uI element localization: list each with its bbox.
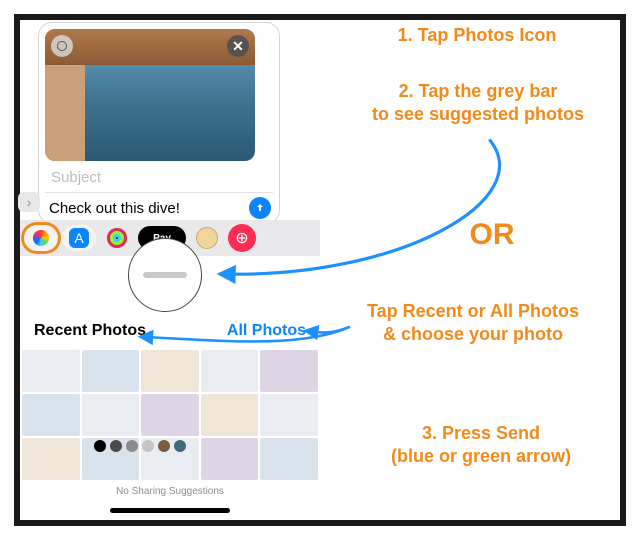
no-sharing-suggestions-label: No Sharing Suggestions: [20, 486, 320, 497]
thumbnail[interactable]: [82, 350, 140, 392]
thumbnail[interactable]: [260, 350, 318, 392]
grey-bar-callout: [128, 238, 202, 312]
annotation-step-3: Tap Recent or All Photos& choose your ph…: [328, 300, 618, 345]
thumbnail[interactable]: [22, 394, 80, 436]
message-compose-card: ✕ Subject Check out this dive!: [38, 22, 280, 224]
appstore-app-icon[interactable]: A: [62, 225, 96, 251]
photo-tabs: Recent Photos All Photos: [20, 322, 320, 340]
thumbnail[interactable]: [22, 350, 80, 392]
thumbnail[interactable]: [22, 438, 80, 480]
photos-icon: [33, 230, 49, 246]
thumbnail[interactable]: [141, 350, 199, 392]
photo-background: [45, 29, 255, 65]
activity-app-icon[interactable]: [100, 225, 134, 251]
tab-all-photos[interactable]: All Photos: [227, 322, 306, 340]
attached-photo-thumbnail[interactable]: ✕: [45, 29, 255, 161]
live-photo-icon: [51, 35, 73, 57]
arrow-up-icon: [254, 202, 266, 214]
tab-recent-photos[interactable]: Recent Photos: [34, 322, 146, 340]
divider: [45, 192, 273, 193]
annotation-step-2: 2. Tap the grey barto see suggested phot…: [348, 80, 608, 125]
photo-deck: [45, 65, 85, 161]
activity-rings-icon: [107, 228, 127, 248]
thumbnail[interactable]: [82, 394, 140, 436]
annotation-step-4: 3. Press Send(blue or green arrow): [356, 422, 606, 467]
thumbnail[interactable]: [141, 394, 199, 436]
photo-thumbnail-grid: [22, 350, 318, 480]
thumbnail[interactable]: [201, 350, 259, 392]
color-palette-row: [94, 440, 186, 452]
annotation-step-1: 1. Tap Photos Icon: [352, 24, 602, 47]
thumbnail[interactable]: [201, 394, 259, 436]
collapse-chevron-button[interactable]: ›: [18, 192, 40, 212]
subject-field[interactable]: Subject: [45, 165, 273, 190]
appstore-icon: A: [69, 228, 89, 248]
annotation-or: OR: [432, 216, 552, 254]
message-input[interactable]: Check out this dive!: [49, 200, 243, 217]
photos-app-icon[interactable]: [24, 225, 58, 251]
more-apps-button[interactable]: ⊕: [228, 224, 256, 252]
thumbnail[interactable]: [260, 394, 318, 436]
remove-attachment-button[interactable]: ✕: [227, 35, 249, 57]
home-indicator[interactable]: [110, 508, 230, 513]
animoji-app-icon[interactable]: [190, 225, 224, 251]
thumbnail[interactable]: [260, 438, 318, 480]
send-button[interactable]: [249, 197, 271, 219]
drawer-handle-bar[interactable]: [143, 272, 187, 278]
thumbnail[interactable]: [201, 438, 259, 480]
animoji-icon: [196, 227, 218, 249]
